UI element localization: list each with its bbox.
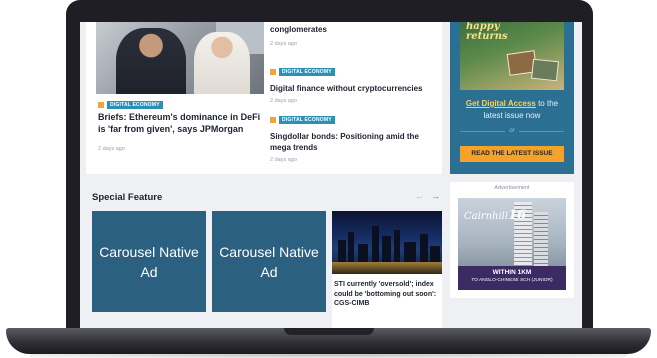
laptop-notch: [284, 328, 374, 335]
get-digital-access-link[interactable]: Get Digital Access: [466, 99, 536, 108]
advertisement-box: Advertisement Cairnhill16 WITHIN 1KM TO …: [450, 182, 574, 298]
feature-story-image[interactable]: [332, 211, 442, 274]
tag-marker-icon: [270, 69, 276, 75]
hero-story-tag[interactable]: DIGITAL ECONOMY: [98, 101, 163, 109]
advertisement-label: Advertisement: [494, 185, 530, 191]
hero-story-title[interactable]: Briefs: Ethereum's dominance in DeFi is …: [98, 111, 268, 135]
laptop-screen: DIGITAL ECONOMY Briefs: Ethereum's domin…: [80, 22, 582, 328]
top-stories-card: DIGITAL ECONOMY Briefs: Ethereum's domin…: [86, 22, 442, 174]
feature-story-title[interactable]: STI currently 'oversold'; index could be…: [334, 280, 440, 309]
special-feature-heading: Special Feature: [92, 192, 163, 203]
feature-story-card[interactable]: STI currently 'oversold'; index could be…: [332, 211, 442, 328]
promo-divider: or: [460, 128, 564, 134]
promo-or-text: or: [509, 128, 515, 134]
ad-banner-line-1: WITHIN 1KM: [492, 269, 532, 276]
side-story-1-date: 2 days ago: [270, 41, 297, 47]
tag-marker-icon: [98, 102, 104, 108]
carousel-native-ad-1[interactable]: Carousel Native Ad: [92, 211, 206, 312]
side-story-1[interactable]: conglomerates 2 days ago: [270, 24, 438, 47]
side-story-2-title[interactable]: Digital finance without cryptocurrencies: [270, 83, 438, 94]
ad-banner-line-2: TO ANGLO-CHINESE SCH (JUNIOR): [471, 278, 553, 283]
side-story-3-title[interactable]: Singdollar bonds: Positioning amid the m…: [270, 131, 438, 153]
side-story-3-date: 2 days ago: [270, 157, 297, 163]
promo-text: Get Digital Access to the latest issue n…: [456, 98, 568, 122]
magazine-cover-title: happy returns: [466, 22, 508, 42]
carousel-next-arrow-icon[interactable]: →: [431, 191, 440, 201]
side-story-2[interactable]: DIGITAL ECONOMY Digital finance without …: [270, 62, 438, 104]
property-ad-banner[interactable]: Cairnhill16 WITHIN 1KM TO ANGLO-CHINESE …: [458, 198, 566, 290]
ad-brand-logo: Cairnhill16: [464, 208, 527, 223]
magazine-cover-image[interactable]: happy returns: [460, 22, 564, 90]
digital-access-promo: happy returns Get Digital Access to the …: [450, 22, 574, 174]
tag-marker-icon: [270, 117, 276, 123]
hero-story-date: 2 days ago: [98, 146, 125, 152]
side-story-3[interactable]: DIGITAL ECONOMY Singdollar bonds: Positi…: [270, 110, 438, 163]
carousel-prev-arrow-icon[interactable]: ←: [415, 191, 424, 201]
carousel-native-ad-2[interactable]: Carousel Native Ad: [212, 211, 326, 312]
hero-story-image[interactable]: [96, 22, 264, 94]
side-story-2-date: 2 days ago: [270, 98, 297, 104]
ad-banner-strip: WITHIN 1KM TO ANGLO-CHINESE SCH (JUNIOR): [458, 266, 566, 290]
side-story-3-tag[interactable]: DIGITAL ECONOMY: [270, 116, 335, 124]
read-latest-issue-button[interactable]: READ THE LATEST ISSUE: [460, 146, 564, 162]
side-story-2-tag[interactable]: DIGITAL ECONOMY: [270, 68, 335, 76]
side-story-1-title[interactable]: conglomerates: [270, 24, 438, 35]
